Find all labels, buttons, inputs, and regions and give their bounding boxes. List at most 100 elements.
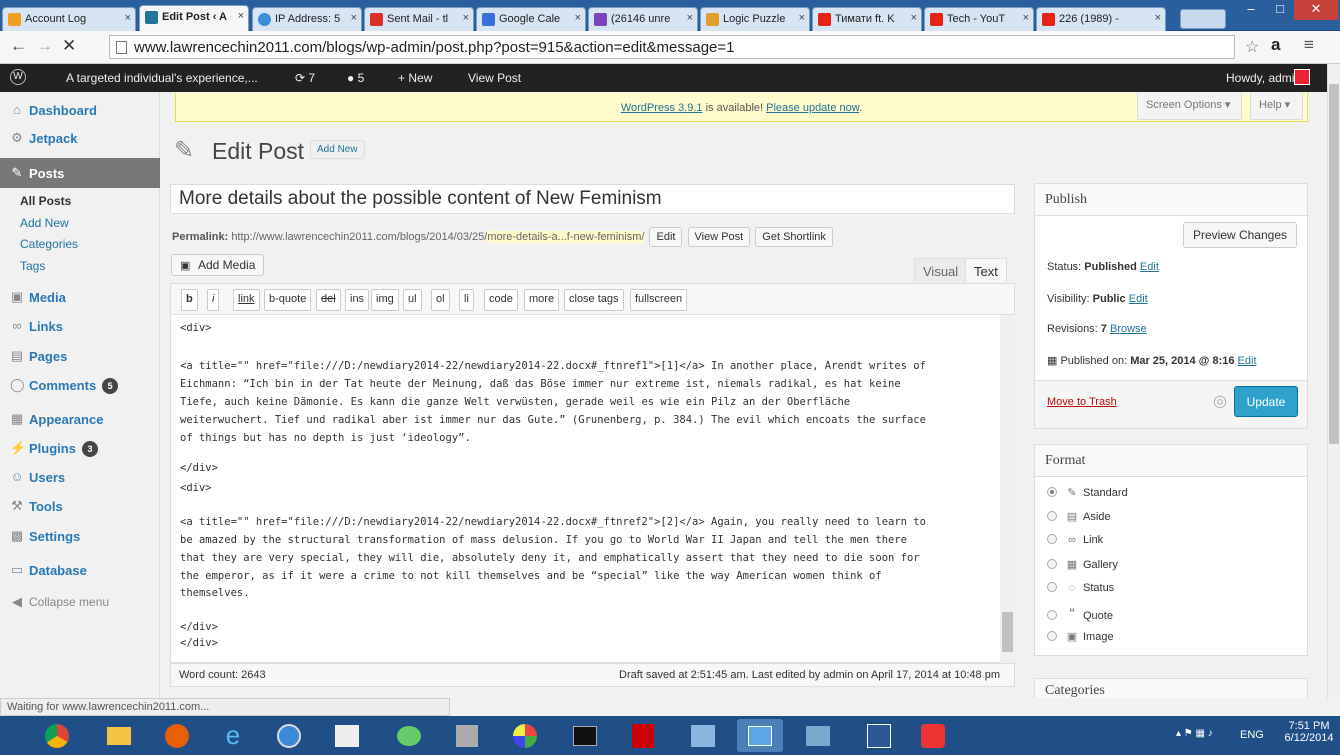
qt-fullscreen-button[interactable]: fullscreen <box>630 289 688 311</box>
maximize-button[interactable]: □ <box>1266 0 1294 20</box>
radio[interactable] <box>1047 511 1057 521</box>
sidebar-item-links[interactable]: ∞ Links <box>0 311 160 341</box>
browser-tab-active[interactable]: Edit Post ‹ A × <box>139 5 249 31</box>
submenu-tags[interactable]: Tags <box>20 259 45 273</box>
qt-ins-button[interactable]: ins <box>345 289 370 311</box>
tab-visual[interactable]: Visual <box>914 258 968 282</box>
radio-selected[interactable] <box>1047 487 1057 497</box>
sidebar-item-settings[interactable]: ▩ Settings <box>0 521 160 551</box>
media-player-icon[interactable] <box>266 719 312 752</box>
qt-italic-button[interactable]: i <box>207 289 220 311</box>
qt-code-button[interactable]: code <box>484 289 518 311</box>
content-textarea[interactable]: <div> <a title="" href="file:///D:/newdi… <box>170 315 1015 663</box>
submenu-all-posts[interactable]: All Posts <box>20 194 71 208</box>
explorer-icon[interactable] <box>96 719 142 752</box>
qt-li-button[interactable]: li <box>459 289 474 311</box>
sidebar-item-appearance[interactable]: ▦ Appearance <box>0 404 160 434</box>
browser-tab[interactable]: 226 (1989) - × <box>1036 7 1166 31</box>
close-icon[interactable]: × <box>238 10 244 22</box>
browser-tab[interactable]: IP Address: 5 × <box>252 7 362 31</box>
pdf-icon[interactable] <box>620 719 666 752</box>
edit-visibility-link[interactable]: Edit <box>1129 293 1148 305</box>
stop-icon[interactable]: ✕ <box>62 36 76 56</box>
sidebar-item-jetpack[interactable]: ⚙ Jetpack <box>0 123 160 153</box>
radio[interactable] <box>1047 610 1057 620</box>
amazon-icon[interactable]: a <box>1271 35 1280 55</box>
close-icon[interactable]: × <box>463 12 469 24</box>
permalink-slug[interactable]: more-details-a...f-new-feminism/ <box>487 230 645 243</box>
tool-icon[interactable] <box>444 719 490 752</box>
close-icon[interactable]: × <box>911 12 917 24</box>
collapse-menu[interactable]: ◀ Collapse menu <box>0 587 160 617</box>
close-icon[interactable]: × <box>125 12 131 24</box>
qt-link-button[interactable]: link <box>233 289 260 311</box>
close-icon[interactable]: × <box>1023 12 1029 24</box>
format-option-quote[interactable]: “ Quote <box>1047 606 1113 624</box>
note-icon[interactable] <box>680 719 726 752</box>
submenu-categories[interactable]: Categories <box>20 237 78 251</box>
window-close-button[interactable]: ✕ <box>1294 0 1338 20</box>
close-icon[interactable]: × <box>1155 12 1161 24</box>
editor-scrollbar[interactable] <box>1000 315 1015 663</box>
format-option-link[interactable]: ∞ Link <box>1047 534 1103 546</box>
qt-img-button[interactable]: img <box>371 289 399 311</box>
minimize-button[interactable]: – <box>1236 0 1266 20</box>
comments-link[interactable]: ● 5 <box>347 71 364 85</box>
browser-tab[interactable]: Google Cale × <box>476 7 586 31</box>
ie-icon[interactable]: e <box>210 719 256 752</box>
add-media-button[interactable]: ▣ Add Media <box>171 254 265 276</box>
back-icon[interactable]: ← <box>10 36 27 56</box>
site-name-link[interactable]: A targeted individual's experience,... <box>66 71 258 85</box>
post-title-input[interactable]: More details about the possible content … <box>170 184 1015 214</box>
clock[interactable]: 7:51 PM 6/12/2014 <box>1284 720 1334 744</box>
new-content-link[interactable]: + New <box>398 71 432 85</box>
qt-ul-button[interactable]: ul <box>403 289 422 311</box>
qt-more-button[interactable]: more <box>524 289 560 311</box>
sidebar-item-users[interactable]: ☺ Users <box>0 462 160 492</box>
editor-scrollbar-thumb[interactable] <box>1002 612 1013 652</box>
remote-icon[interactable] <box>737 719 783 752</box>
format-option-gallery[interactable]: ▦ Gallery <box>1047 558 1118 571</box>
browse-revisions-link[interactable]: Browse <box>1110 323 1147 335</box>
page-scrollbar-thumb[interactable] <box>1329 84 1339 444</box>
view-post-link[interactable]: View Post <box>468 71 521 85</box>
app-icon[interactable] <box>910 719 956 752</box>
people-icon[interactable] <box>386 719 432 752</box>
menu-icon[interactable]: ≡ <box>1304 35 1314 55</box>
version-link[interactable]: WordPress 3.9.1 <box>621 102 703 114</box>
tab-text[interactable]: Text <box>965 258 1007 282</box>
close-icon[interactable]: × <box>687 12 693 24</box>
close-icon[interactable]: × <box>799 12 805 24</box>
wordpress-logo-icon[interactable]: W <box>10 69 26 85</box>
help-button[interactable]: Help ▾ <box>1250 93 1303 120</box>
dictionary-icon[interactable] <box>324 719 370 752</box>
add-new-button[interactable]: Add New <box>310 140 365 159</box>
format-option-status[interactable]: ◌ Status <box>1047 582 1114 594</box>
star-icon[interactable]: ☆ <box>1245 37 1259 57</box>
sidebar-item-comments[interactable]: ◯ Comments 5 <box>0 370 160 400</box>
screen-options-button[interactable]: Screen Options ▾ <box>1137 93 1242 120</box>
get-shortlink-button[interactable]: Get Shortlink <box>755 227 833 247</box>
cmd-icon[interactable] <box>562 719 608 752</box>
new-tab-button[interactable] <box>1180 9 1226 29</box>
sidebar-item-plugins[interactable]: ⚡ Plugins 3 <box>0 433 160 463</box>
avatar[interactable] <box>1294 69 1310 85</box>
browser-tab[interactable]: Тимати ft. K × <box>812 7 922 31</box>
close-icon[interactable]: × <box>351 12 357 24</box>
word-icon[interactable] <box>856 719 902 752</box>
howdy-link[interactable]: Howdy, admin <box>1226 71 1301 85</box>
sidebar-item-posts[interactable]: ✎ Posts <box>0 158 160 188</box>
sidebar-item-pages[interactable]: ▤ Pages <box>0 341 160 371</box>
photo-icon[interactable] <box>795 719 841 752</box>
format-option-image[interactable]: ▣ Image <box>1047 630 1114 643</box>
qt-del-button[interactable]: del <box>316 289 341 311</box>
radio[interactable] <box>1047 559 1057 569</box>
edit-status-link[interactable]: Edit <box>1140 261 1159 273</box>
update-button[interactable]: Update <box>1234 386 1298 417</box>
tray-icons[interactable]: ▴ ⚑ ▦ ♪ <box>1176 728 1213 739</box>
move-to-trash-link[interactable]: Move to Trash <box>1047 396 1117 408</box>
browser-tab[interactable]: Account Log × <box>2 7 136 31</box>
browser-tab[interactable]: Sent Mail - tl × <box>364 7 474 31</box>
paint-icon[interactable] <box>502 719 548 752</box>
edit-permalink-button[interactable]: Edit <box>649 227 683 247</box>
